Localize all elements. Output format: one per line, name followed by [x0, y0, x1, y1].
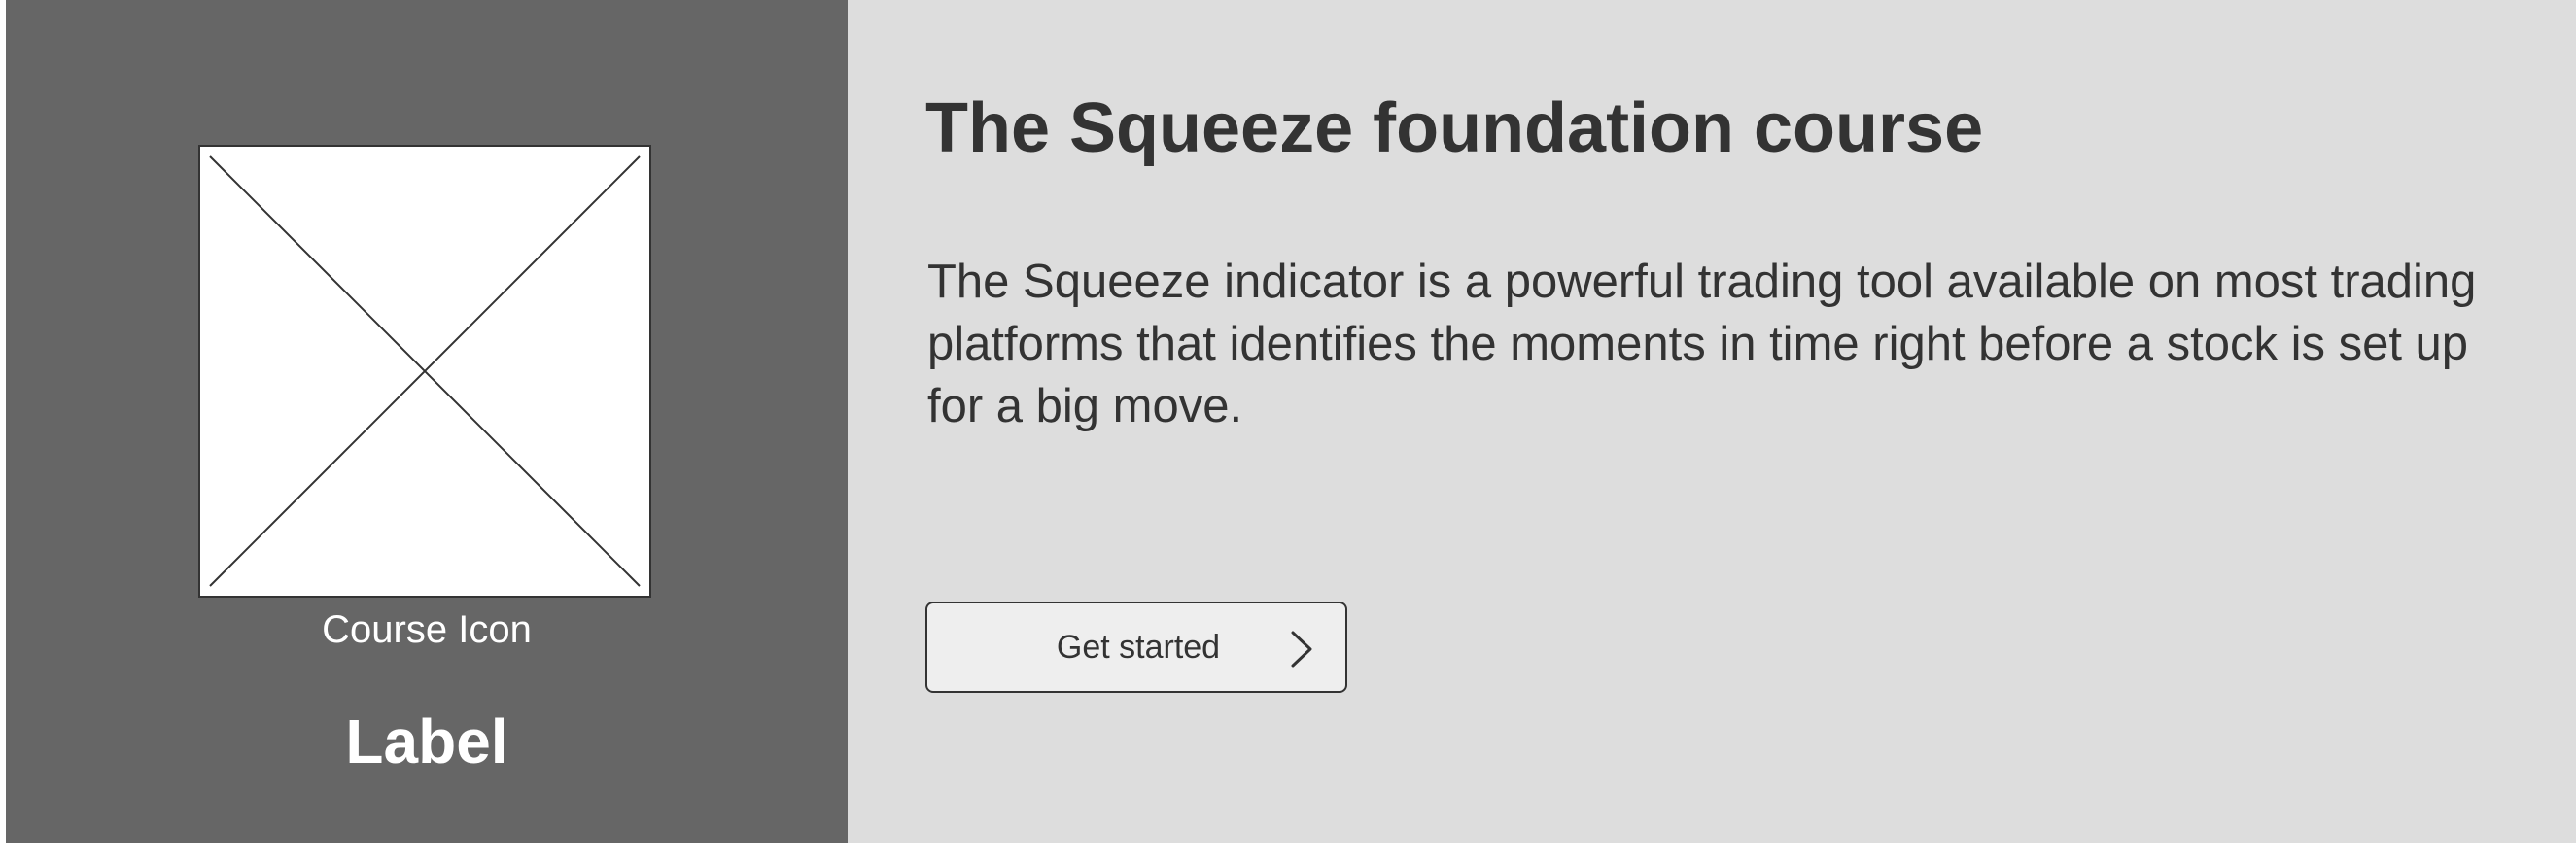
course-icon-caption: Course Icon [322, 608, 532, 651]
course-media-panel: Course Icon Label [6, 0, 848, 843]
course-label: Label [345, 706, 508, 776]
chevron-right-icon [1291, 631, 1312, 668]
course-info-panel: The Squeeze foundation course The Squeez… [848, 0, 2576, 843]
image-placeholder-icon [209, 155, 641, 587]
course-description: The Squeeze indicator is a powerful trad… [927, 256, 2477, 432]
course-title: The Squeeze foundation course [925, 89, 1984, 167]
course-icon-placeholder [198, 145, 651, 598]
course-card: Course Icon Label The Squeeze foundation… [0, 0, 2576, 860]
get-started-button[interactable]: Get started [925, 602, 1347, 693]
